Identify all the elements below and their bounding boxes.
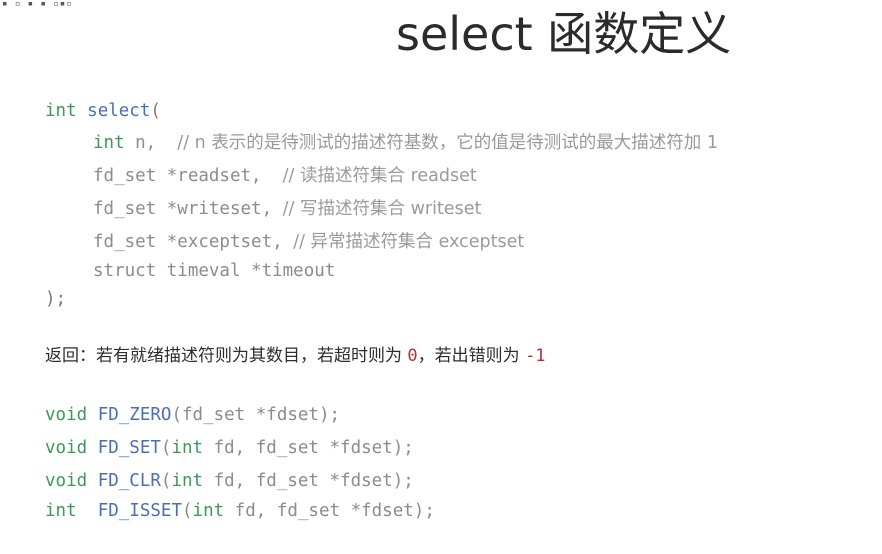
macro-name: FD_SET [97,438,161,458]
param-decl: fd_set *exceptset, [93,232,294,252]
param-comment: // n 表示的是待测试的描述符基数，它的值是待测试的最大描述符加 1 [177,133,719,153]
macro-line: void FD_SET(int fd, fd_set *fdset); [45,438,414,458]
param-line: fd_set *readset, // 读描述符集合 readset [93,165,477,187]
macro-return-type: int [45,501,77,521]
return-zero-value: 0 [407,346,418,366]
param-comment: // 读描述符集合 readset [282,166,477,186]
param-line: fd_set *exceptset, // 异常描述符集合 exceptset [93,231,524,253]
macro-return-type: void [45,405,88,425]
close-paren: ); [45,289,67,309]
param-decl: fd_set *writeset, [93,199,283,219]
return-prefix: 返回：若有就绪描述符则为其数目，若超时则为 [45,346,408,366]
param-decl: struct timeval *timeout [93,261,336,281]
function-name: select [87,101,151,121]
slide-title: select 函数定义 [396,7,732,61]
param-decl: fd_set *readset, [93,166,283,186]
macro-line: void FD_ZERO(fd_set *fdset); [45,404,340,426]
macro-args: fd, fd_set *fdset); [203,438,414,458]
macro-args: (fd_set *fdset); [171,405,341,425]
signature-close-line: ); [45,288,66,310]
macro-arg-type: int [171,438,204,458]
macro-return-type: void [45,438,88,458]
return-error-value: -1 [525,346,546,366]
return-middle: ，若出错则为 [417,346,526,366]
param-comment: // 写描述符集合 writeset [282,199,482,219]
return-description: 返回：若有就绪描述符则为其数目，若超时则为 0，若出错则为 -1 [45,345,546,367]
macro-args: fd, fd_set *fdset); [203,471,414,491]
param-line: int n, // n 表示的是待测试的描述符基数，它的值是待测试的最大描述符加… [93,132,718,154]
macro-name: FD_ZERO [97,405,172,425]
macro-arg-type: int [171,471,204,491]
return-type: int [45,101,77,121]
param-line: struct timeval *timeout [93,260,335,282]
macro-line: void FD_CLR(int fd, fd_set *fdset); [45,471,414,491]
param-line: fd_set *writeset, // 写描述符集合 writeset [93,198,481,220]
param-type: int [93,133,125,153]
macro-line: int FD_ISSET(int fd, fd_set *fdset); [45,501,435,521]
param-comment: // 异常描述符集合 exceptset [293,232,525,252]
param-decl: n, [124,133,178,153]
macro-name: FD_ISSET [97,501,182,521]
macro-args: fd, fd_set *fdset); [224,501,435,521]
macro-arg-type: int [192,501,225,521]
corner-mark: ▪ ▫ ▪ ▪ ▫▪▫ [2,0,73,9]
signature-open-line: int select( [45,100,161,122]
macro-name: FD_CLR [97,471,161,491]
macro-return-type: void [45,471,88,491]
open-paren: ( [150,101,161,121]
